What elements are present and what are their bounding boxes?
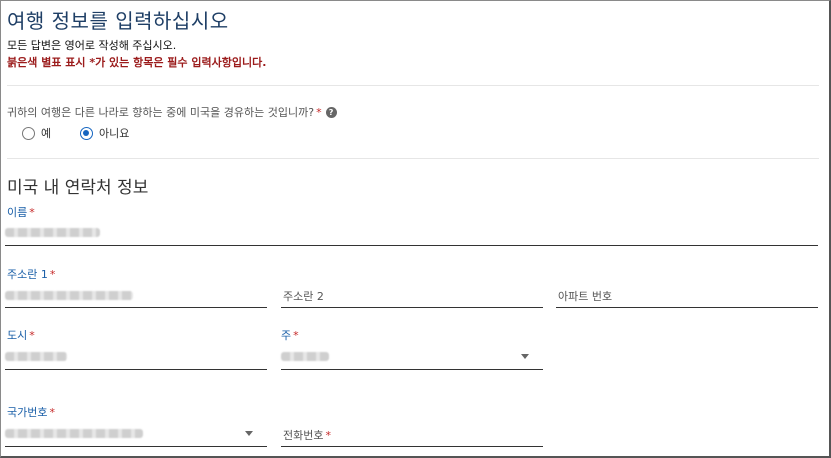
redacted-value <box>5 291 133 300</box>
city-label: 도시 * <box>7 327 35 343</box>
field-underline <box>281 369 543 370</box>
address1-input[interactable] <box>5 281 267 308</box>
transit-question: 귀하의 여행은 다른 나라로 향하는 중에 미국을 경유하는 것입니까? * ? <box>7 104 337 120</box>
required-star: * <box>316 105 322 119</box>
apartment-placeholder: 아파트 번호 <box>558 290 613 303</box>
required-note: 붉은색 별표 표시 *가 있는 항목은 필수 입력사항입니다. <box>7 56 267 69</box>
phone-placeholder-text: 전화번호 <box>283 429 324 442</box>
redacted-value <box>5 429 143 438</box>
name-input[interactable] <box>5 218 818 246</box>
radio-label-yes: 예 <box>41 127 52 140</box>
country-code-select[interactable] <box>5 419 267 447</box>
field-underline <box>281 446 543 447</box>
country-code-label-text: 국가번호 <box>7 406 48 419</box>
address1-label: 주소란 1 * <box>7 266 55 282</box>
phone-input[interactable]: 전화번호 * <box>281 419 543 447</box>
address2-placeholder: 주소란 2 <box>283 290 324 303</box>
field-underline <box>5 446 267 447</box>
help-icon[interactable]: ? <box>325 106 337 118</box>
radio-button-yes[interactable] <box>22 126 35 140</box>
section-title: 미국 내 연락처 정보 <box>7 178 149 198</box>
field-underline <box>281 307 543 308</box>
required-star: * <box>49 406 55 419</box>
redacted-value <box>5 228 100 237</box>
city-label-text: 도시 <box>7 329 28 342</box>
redacted-value <box>281 352 329 361</box>
address1-label-text: 주소란 1 <box>7 268 48 281</box>
required-star: * <box>29 329 35 342</box>
divider <box>7 158 819 159</box>
address2-input[interactable]: 주소란 2 <box>281 281 543 308</box>
radio-option-yes[interactable]: 예 <box>22 125 51 141</box>
transit-question-text: 귀하의 여행은 다른 나라로 향하는 중에 미국을 경유하는 것입니까? <box>7 106 315 119</box>
state-label-text: 주 <box>281 329 292 342</box>
required-star: * <box>325 429 331 442</box>
state-select[interactable] <box>281 342 543 370</box>
radio-button-no[interactable] <box>80 126 93 140</box>
field-underline <box>5 369 267 370</box>
country-code-label: 국가번호 * <box>7 404 55 420</box>
chevron-down-icon[interactable] <box>245 431 253 436</box>
page-title: 여행 정보를 입력하십시오 <box>7 9 229 33</box>
radio-label-no: 아니요 <box>99 127 130 140</box>
required-star: * <box>293 329 299 342</box>
chevron-down-icon[interactable] <box>521 354 529 359</box>
redacted-value <box>5 352 67 361</box>
phone-placeholder: 전화번호 * <box>283 427 331 443</box>
field-underline <box>556 307 818 308</box>
intro-text: 모든 답변은 영어로 작성해 주십시오. <box>7 39 177 52</box>
apartment-input[interactable]: 아파트 번호 <box>556 281 818 308</box>
state-label: 주 * <box>281 327 299 343</box>
required-star: * <box>49 268 56 281</box>
radio-option-no[interactable]: 아니요 <box>80 125 129 141</box>
divider <box>7 85 819 86</box>
field-underline <box>5 245 818 246</box>
field-underline <box>5 307 267 308</box>
city-input[interactable] <box>5 342 267 370</box>
